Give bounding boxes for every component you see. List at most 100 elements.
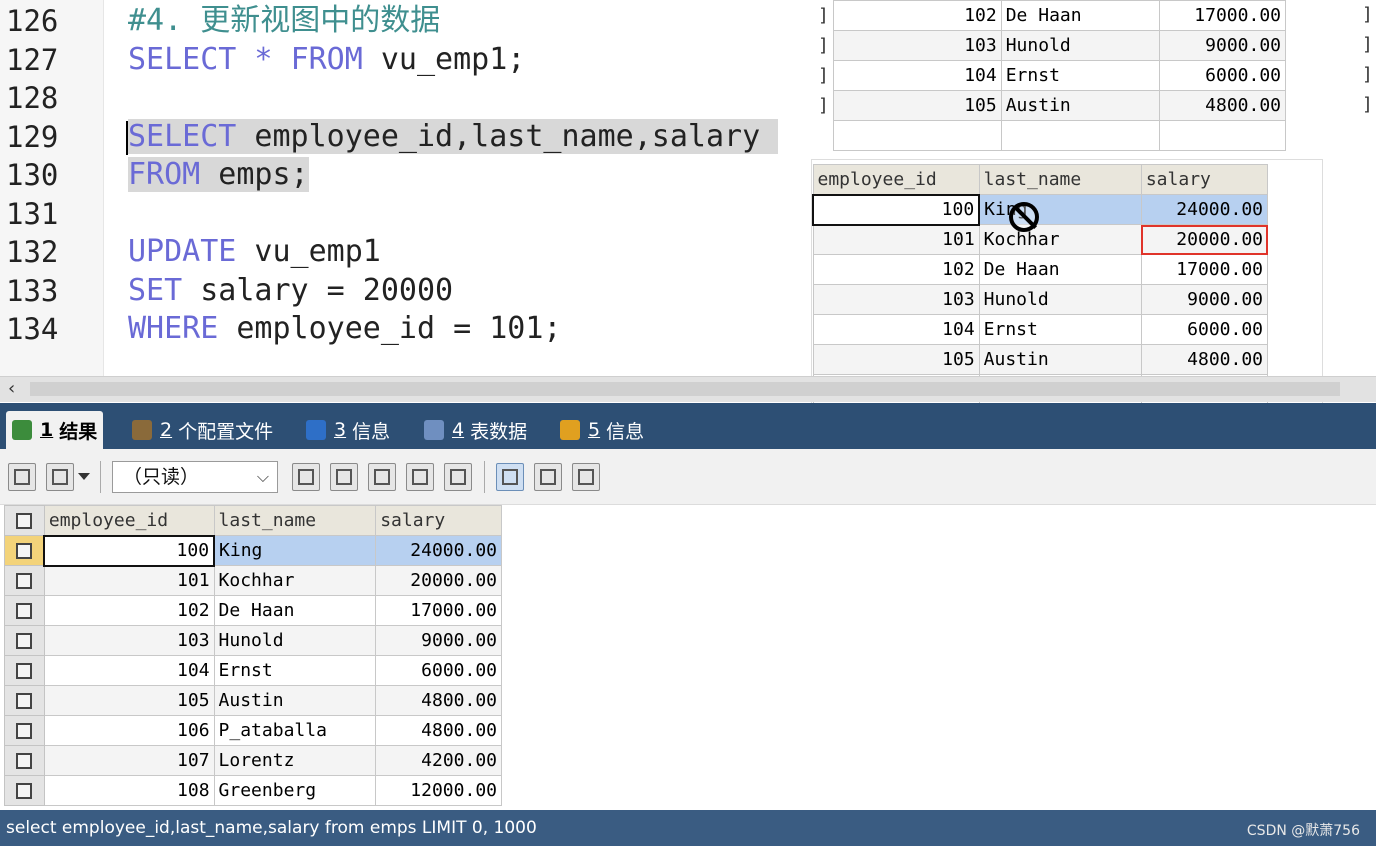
cell-last-name[interactable]: Austin <box>213 685 377 716</box>
scroll-left-icon[interactable]: ‹ <box>8 378 15 399</box>
cell-last-name[interactable]: P_ataballa <box>213 715 377 746</box>
cell-last-name[interactable]: De Haan <box>213 595 377 626</box>
code-text: FROM emps; <box>128 156 309 194</box>
text-view-icon[interactable] <box>572 463 600 491</box>
cell-employee-id: 102 <box>812 254 980 285</box>
cell-employee-id[interactable]: 102 <box>43 595 215 626</box>
table-row[interactable]: 103 Hunold 9000.00 <box>4 625 502 656</box>
tab-3[interactable]: 3 信息 <box>300 411 396 449</box>
cell-employee-id: 103 <box>812 284 980 315</box>
cell-salary[interactable]: 20000.00 <box>375 565 502 596</box>
column-header[interactable]: employee_id <box>43 505 215 536</box>
cell-employee-id[interactable]: 104 <box>43 655 215 686</box>
cell-salary[interactable]: 9000.00 <box>375 625 502 656</box>
row-checkbox[interactable] <box>4 595 45 626</box>
save-icon[interactable] <box>368 463 396 491</box>
cell-salary <box>1159 120 1286 151</box>
delete-icon[interactable] <box>406 463 434 491</box>
grid-view-icon[interactable] <box>496 463 524 491</box>
cell-employee-id[interactable]: 101 <box>43 565 215 596</box>
cell-last-name[interactable]: Hunold <box>213 625 377 656</box>
row-checkbox[interactable] <box>4 565 45 596</box>
select-all-checkbox[interactable] <box>4 505 45 536</box>
column-header[interactable]: last_name <box>213 505 377 536</box>
cell-last-name[interactable]: Lorentz <box>213 745 377 776</box>
cell-last-name[interactable]: King <box>213 535 377 566</box>
cell-employee-id: 100 <box>811 193 981 226</box>
tab-label: 结果 <box>59 420 98 443</box>
code-text: SELECT * FROM vu_emp1; <box>128 41 525 79</box>
row-checkbox[interactable] <box>4 655 45 686</box>
insert-row-icon[interactable] <box>292 463 320 491</box>
cell-employee-id: 104 <box>812 314 980 345</box>
import-dropdown-arrow-icon[interactable] <box>78 473 90 480</box>
checkbox-icon <box>16 693 33 709</box>
line-number: 127 <box>6 42 59 77</box>
row-bracket: ] <box>814 90 834 121</box>
table-row[interactable]: 107 Lorentz 4200.00 <box>4 745 502 776</box>
row-checkbox[interactable] <box>4 745 45 776</box>
cell-last-name[interactable]: Greenberg <box>213 775 377 806</box>
code-text: UPDATE vu_emp1 <box>128 233 381 271</box>
table-row[interactable]: 108 Greenberg 12000.00 <box>4 775 502 806</box>
cell-employee-id[interactable]: 103 <box>43 625 215 656</box>
readonly-mode-select[interactable]: （只读） ⌵ <box>112 461 278 493</box>
discard-changes-icon[interactable] <box>444 463 472 491</box>
cell-employee-id[interactable]: 105 <box>43 685 215 716</box>
row-checkbox[interactable] <box>4 535 45 566</box>
cell-employee-id[interactable]: 107 <box>43 745 215 776</box>
tab-1[interactable]: 1 结果 <box>6 411 104 449</box>
code-token: vu_emp1 <box>236 234 381 269</box>
code-token: SELECT <box>128 118 237 154</box>
table-row[interactable]: 101 Kochhar 20000.00 <box>4 565 502 596</box>
column-header[interactable]: salary <box>375 505 502 536</box>
table-row[interactable]: 105 Austin 4800.00 <box>4 685 502 716</box>
cell-salary[interactable]: 4800.00 <box>375 715 502 746</box>
tab-4[interactable]: 4 表数据 <box>418 411 533 449</box>
export-icon[interactable] <box>8 463 36 491</box>
tab-5[interactable]: 5 信息 <box>554 411 650 449</box>
cell-salary[interactable]: 12000.00 <box>375 775 502 806</box>
duplicate-row-icon[interactable] <box>330 463 358 491</box>
cell-last-name <box>1000 120 1161 151</box>
checkbox-icon <box>16 723 33 739</box>
scrollbar-thumb[interactable] <box>30 382 1340 396</box>
row-checkbox[interactable] <box>4 715 45 746</box>
row-bracket <box>814 120 834 151</box>
cell-employee-id[interactable]: 108 <box>43 775 215 806</box>
table-row[interactable]: 106 P_ataballa 4800.00 <box>4 715 502 746</box>
cell-last-name[interactable]: Ernst <box>213 655 377 686</box>
line-number: 129 <box>6 119 59 154</box>
cell-last-name[interactable]: Kochhar <box>213 565 377 596</box>
cell-salary[interactable]: 6000.00 <box>375 655 502 686</box>
status-bar: select employee_id,last_name,salary from… <box>0 810 1376 846</box>
cell-employee-id: 104 <box>832 60 1002 91</box>
table-row[interactable]: 100 King 24000.00 <box>4 534 502 567</box>
table-data-icon <box>424 420 444 440</box>
cell-employee-id: 101 <box>812 224 980 255</box>
cell-salary: 20000.00 <box>1140 224 1269 255</box>
sql-editor[interactable]: 126 #4. 更新视图中的数据 127 SELECT * FROM vu_emp1;… <box>0 0 1376 406</box>
form-view-icon[interactable] <box>534 463 562 491</box>
tab-2[interactable]: 2 个配置文件 <box>126 411 279 449</box>
cell-salary[interactable]: 17000.00 <box>375 595 502 626</box>
cell-salary[interactable]: 4800.00 <box>375 685 502 716</box>
checkbox-icon <box>16 543 33 559</box>
cell-last-name: Hunold <box>978 284 1142 315</box>
cell-employee-id[interactable]: 100 <box>43 534 216 567</box>
editor-horizontal-scrollbar[interactable]: ‹ <box>0 376 1376 402</box>
row-checkbox[interactable] <box>4 625 45 656</box>
query-result-popup: employee_id last_name salary 100 King 24000.… <box>811 160 1322 406</box>
table-row[interactable]: 102 De Haan 17000.00 <box>4 595 502 626</box>
result-grid[interactable]: employee_id last_name salary 100 King 24000.… <box>4 505 502 806</box>
checkbox-icon <box>16 783 33 799</box>
table-row[interactable]: 104 Ernst 6000.00 <box>4 655 502 686</box>
cell-salary: 6000.00 <box>1159 60 1286 91</box>
cell-salary[interactable]: 24000.00 <box>375 535 502 566</box>
cell-employee-id[interactable]: 106 <box>43 715 215 746</box>
row-checkbox[interactable] <box>4 775 45 806</box>
row-checkbox[interactable] <box>4 685 45 716</box>
cell-salary[interactable]: 4200.00 <box>375 745 502 776</box>
import-icon[interactable] <box>46 463 74 491</box>
cell-last-name: King <box>978 194 1142 225</box>
